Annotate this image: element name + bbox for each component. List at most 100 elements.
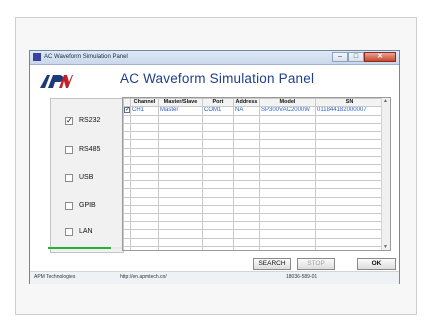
sn-cell: 011844182000007 [315,106,384,116]
progress-fill [48,247,111,249]
table-cell [130,188,159,198]
table-cell [233,155,260,165]
interface-option-rs485[interactable]: RS485 [51,144,125,158]
table-cell [158,213,203,223]
channel-cell: CH1 [130,106,159,116]
col-channel-header: Channel [130,98,159,108]
checkbox-icon[interactable] [65,146,73,154]
table-cell [130,172,159,182]
col-select-header [123,98,131,108]
table-cell [130,245,159,250]
table-cell [130,221,159,231]
stop-button[interactable]: STOP [297,258,335,270]
table-row-empty[interactable] [123,131,384,141]
table-row-empty[interactable] [123,245,384,250]
table-scrollbar[interactable]: ▲ ▼ [381,98,390,250]
table-cell [315,147,384,157]
table-row-empty[interactable] [123,180,384,190]
checkbox-icon[interactable] [65,202,73,210]
table-cell [158,229,203,239]
interface-option-usb[interactable]: USB [51,172,125,186]
search-button[interactable]: SEARCH [253,258,291,270]
table-cell [202,196,234,206]
table-row-empty[interactable] [123,155,384,165]
table-cell [202,139,234,149]
table-cell [123,114,131,124]
interface-label: RS485 [79,146,101,153]
table-cell [315,204,384,215]
table-cell [315,155,384,165]
table-cell [233,204,260,215]
table-row-empty[interactable] [123,114,384,124]
table-row-empty[interactable] [123,147,384,157]
status-bar: APM Technologies http://en.apmtech.cn/ 1… [30,271,399,284]
table-cell [123,196,131,206]
table-row-empty[interactable] [123,237,384,247]
table-cell [130,122,159,133]
interface-label: LAN [79,228,93,235]
table-cell [123,188,131,198]
table-row-empty[interactable] [123,139,384,149]
device-table[interactable]: Channel Master/Slave Port Address Model … [122,97,391,251]
table-row-empty[interactable] [123,229,384,239]
table-cell [202,213,234,223]
table-cell [233,163,260,174]
table-cell [130,163,159,174]
maximize-button[interactable]: □ [348,52,364,62]
table-cell [202,237,234,247]
table-cell [158,139,203,149]
table-cell [259,180,316,190]
table-row-empty[interactable] [123,172,384,182]
interface-option-lan[interactable]: LAN [51,226,125,240]
table-cell [202,172,234,182]
table-cell [233,245,260,250]
model-cell: SP300VAC2000W [259,106,316,116]
table-cell [158,196,203,206]
table-cell [233,180,260,190]
table-cell [130,147,159,157]
table-cell [259,196,316,206]
table-cell [259,204,316,215]
table-row-empty[interactable] [123,196,384,206]
table-cell [158,172,203,182]
table-cell [123,204,131,215]
table-cell [259,229,316,239]
checkbox-icon[interactable]: ✓ [65,117,73,125]
table-cell [315,237,384,247]
table-cell [233,237,260,247]
table-row-empty[interactable] [123,188,384,198]
close-button[interactable]: ✕ [364,52,396,62]
table-cell [233,114,260,124]
table-cell [130,196,159,206]
table-cell [233,172,260,182]
table-cell [123,122,131,133]
table-cell [130,131,159,141]
table-cell [123,163,131,174]
status-company: APM Technologies [34,274,76,280]
table-row-empty[interactable] [123,204,384,215]
checkbox-icon[interactable] [65,174,73,182]
checkbox-icon[interactable]: ✓ [124,107,130,114]
row-select-cell[interactable]: ✓ [123,106,131,116]
ok-button[interactable]: OK [357,258,396,270]
table-cell [259,155,316,165]
table-cell [158,131,203,141]
progress-bar [48,247,122,249]
table-cell [259,213,316,223]
table-row-empty[interactable] [123,163,384,174]
table-row-empty[interactable] [123,122,384,133]
interface-option-gpib[interactable]: GPIB [51,200,125,214]
table-row-empty[interactable] [123,221,384,231]
table-row[interactable]: ✓ CH1 Master COM1 NA SP300VAC2000W 01184… [123,106,384,116]
panel-title: AC Waveform Simulation Panel [120,71,315,86]
table-row-empty[interactable] [123,213,384,223]
interface-option-rs232[interactable]: ✓ RS232 [51,115,125,129]
table-cell [130,155,159,165]
checkbox-icon[interactable] [65,228,73,236]
table-cell [259,221,316,231]
scroll-up-icon[interactable]: ▲ [383,98,388,104]
status-url[interactable]: http://en.apmtech.cn/ [120,272,167,283]
table-cell [259,237,316,247]
scroll-down-icon[interactable]: ▼ [383,244,388,250]
minimize-button[interactable]: – [332,52,348,62]
